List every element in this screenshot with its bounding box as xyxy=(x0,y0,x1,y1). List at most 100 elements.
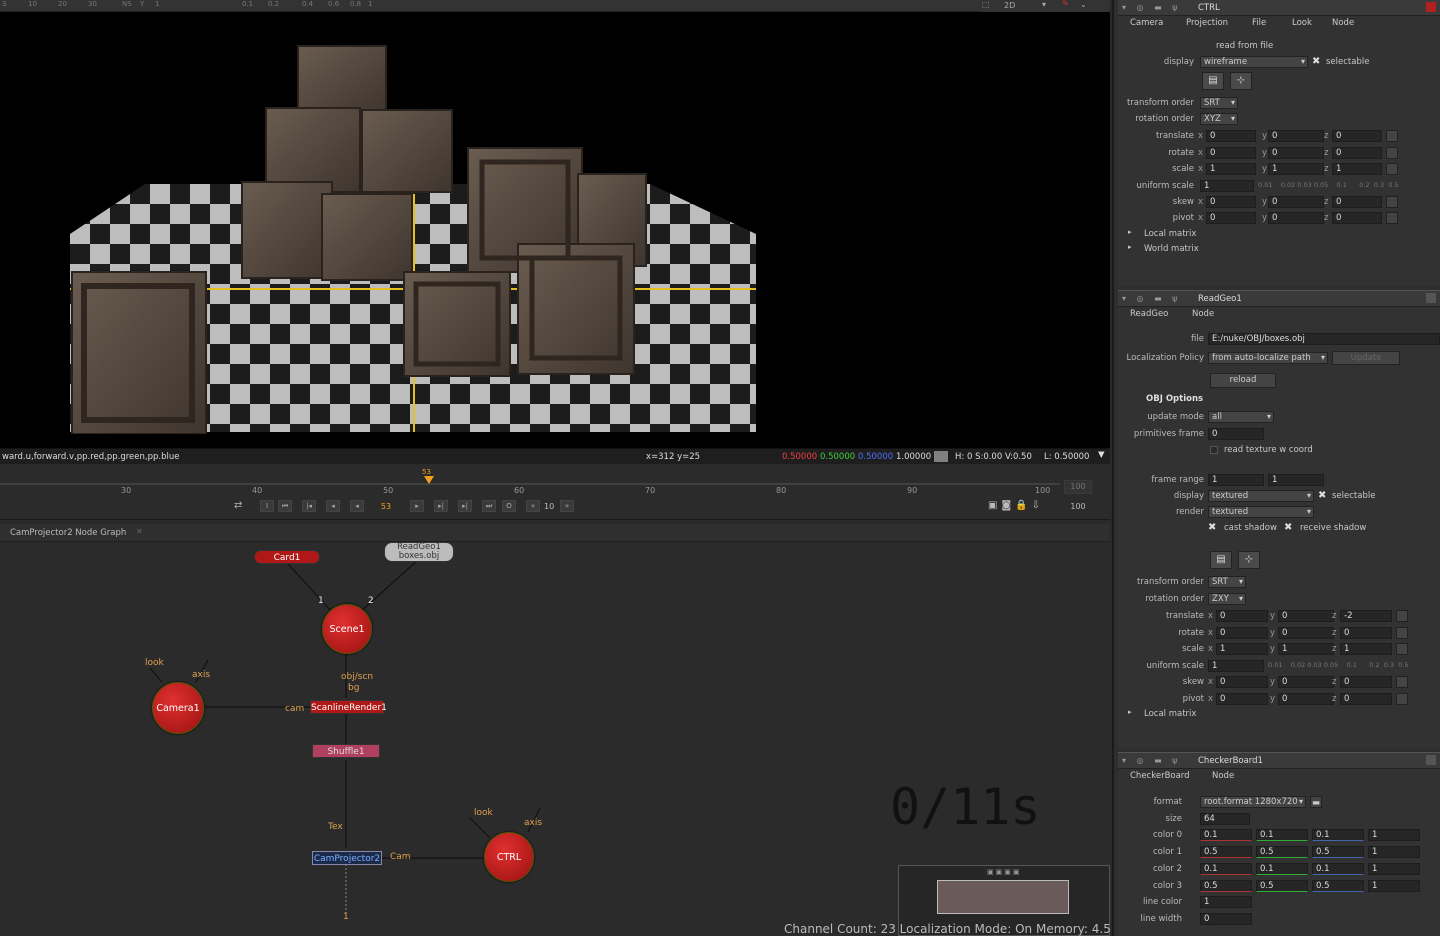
scale-x-field[interactable]: 1 xyxy=(1216,643,1268,655)
color-3-a-field[interactable]: 1 xyxy=(1368,880,1420,892)
local-matrix-label[interactable]: Local matrix xyxy=(1144,229,1196,239)
rotate-z-field[interactable]: 0 xyxy=(1332,147,1382,159)
scale-z-field[interactable]: 1 xyxy=(1332,163,1382,175)
node-scanlinerender1[interactable]: ScanlineRender1 xyxy=(310,700,387,714)
display-dropdown[interactable]: textured xyxy=(1208,490,1314,502)
pivot-y-field[interactable]: 0 xyxy=(1278,693,1334,705)
step-back-button[interactable]: ◂ xyxy=(350,500,364,512)
color-1-b-field[interactable]: 0.5 xyxy=(1312,846,1364,858)
cast-shadow-checkbox[interactable]: ✖ xyxy=(1208,522,1216,533)
file-icon[interactable]: ▤ xyxy=(1210,551,1232,569)
tab-file[interactable]: File xyxy=(1252,18,1266,28)
node-readgeo1[interactable]: ReadGeo1 boxes.obj xyxy=(384,542,454,562)
scale-y-field[interactable]: 1 xyxy=(1268,163,1324,175)
uniform-scale-field[interactable]: 1 xyxy=(1208,660,1264,672)
panel-ctrl-title[interactable]: CTRL xyxy=(1198,3,1220,13)
animation-icon[interactable] xyxy=(1396,643,1408,655)
chevron-down-icon[interactable]: ⌄ xyxy=(1080,0,1087,9)
color-2-g-field[interactable]: 0.1 xyxy=(1256,863,1308,875)
close-icon[interactable]: ✕ xyxy=(136,527,143,536)
skew-x-field[interactable]: 0 xyxy=(1216,676,1268,688)
play-forward-button[interactable]: ▸ xyxy=(410,500,424,512)
panel-checkerboard1-title[interactable]: CheckerBoard1 xyxy=(1198,756,1263,766)
tab-node-graph[interactable]: CamProjector2 Node Graph xyxy=(10,528,126,538)
selectable-checkbox[interactable]: ✖ xyxy=(1312,56,1320,67)
format-menu-button[interactable]: ▬ xyxy=(1310,796,1322,808)
primitives-frame-field[interactable]: 0 xyxy=(1208,428,1264,440)
world-matrix-label[interactable]: World matrix xyxy=(1144,244,1199,254)
scale-x-field[interactable]: 1 xyxy=(1206,163,1256,175)
rotate-y-field[interactable]: 0 xyxy=(1278,627,1334,639)
tab-checkerboard[interactable]: CheckerBoard xyxy=(1130,771,1190,781)
color-0-r-field[interactable]: 0.1 xyxy=(1200,829,1252,841)
step-field[interactable]: 10 xyxy=(544,502,554,511)
tab-camera[interactable]: Camera xyxy=(1130,18,1163,28)
pen-icon[interactable]: ✎ xyxy=(1062,0,1069,8)
animation-icon[interactable] xyxy=(1396,676,1408,688)
row-world-matrix[interactable]: ▸ World matrix xyxy=(1118,242,1440,256)
translate-z-field[interactable]: 0 xyxy=(1332,130,1382,142)
node-camprojector2[interactable]: CamProjector2 xyxy=(312,851,382,865)
step-forward-button[interactable]: ▸| xyxy=(434,500,448,512)
animation-icon[interactable] xyxy=(1386,212,1398,224)
color-2-b-field[interactable]: 0.1 xyxy=(1312,863,1364,875)
frame-icon[interactable]: ⬚ xyxy=(982,0,990,9)
prev-keyframe-button[interactable]: |◂ xyxy=(302,500,316,512)
timeline[interactable]: 30 40 50 60 70 80 90 100 53 100 ⇄ I ⏮ |◂… xyxy=(0,464,1110,520)
frame-range-start-field[interactable]: 1 xyxy=(1208,474,1264,486)
skip-forward-button[interactable]: » xyxy=(560,500,574,512)
expand-arrow-icon[interactable]: ▸ xyxy=(1128,228,1132,236)
rotate-x-field[interactable]: 0 xyxy=(1216,627,1268,639)
translate-y-field[interactable]: 0 xyxy=(1268,130,1324,142)
viewer[interactable]: 3 10 20 30 NS Y 1 0.1 0.2 0.4 0.6 0.8 1 … xyxy=(0,0,1110,448)
file-icon[interactable]: ▤ xyxy=(1202,72,1224,90)
animation-icon[interactable] xyxy=(1386,147,1398,159)
localization-policy-dropdown[interactable]: from auto-localize path xyxy=(1208,352,1328,364)
color-0-b-field[interactable]: 0.1 xyxy=(1312,829,1364,841)
tab-readgeo[interactable]: ReadGeo xyxy=(1130,309,1168,319)
format-dropdown[interactable]: root.format 1280x720 xyxy=(1200,796,1306,808)
timeline-ruler[interactable] xyxy=(0,474,1060,488)
animation-icon[interactable] xyxy=(1386,196,1398,208)
axis-handle-icon[interactable]: ⊹ xyxy=(1238,551,1260,569)
panel-header-icons[interactable]: ▾ ◎ ▬ ψ xyxy=(1122,3,1181,12)
selectable-checkbox[interactable]: ✖ xyxy=(1318,490,1326,501)
panel-readgeo1-title[interactable]: ReadGeo1 xyxy=(1198,294,1242,304)
loop-icon[interactable]: ⇄ xyxy=(234,500,242,511)
node-scene1[interactable]: Scene1 xyxy=(322,604,372,654)
scale-z-field[interactable]: 1 xyxy=(1340,643,1392,655)
local-matrix-label[interactable]: Local matrix xyxy=(1144,709,1196,719)
translate-x-field[interactable]: 0 xyxy=(1216,610,1268,622)
receive-shadow-checkbox[interactable]: ✖ xyxy=(1284,522,1292,533)
line-width-field[interactable]: 0 xyxy=(1200,913,1252,925)
play-backward-button[interactable]: ◂ xyxy=(326,500,340,512)
minimap-viewport[interactable] xyxy=(937,880,1069,914)
in-point-button[interactable]: I xyxy=(260,500,274,512)
last-frame-button[interactable]: ⏭ xyxy=(482,500,496,512)
skew-y-field[interactable]: 0 xyxy=(1268,196,1324,208)
uniform-scale-slider[interactable]: 0.01 0.02 0.03 0.05 0.1 0.2 0.3 0.5 xyxy=(1268,661,1434,669)
color-2-a-field[interactable]: 1 xyxy=(1368,863,1420,875)
expand-arrow-icon[interactable]: ▸ xyxy=(1128,243,1132,251)
transform-order-dropdown[interactable]: SRT xyxy=(1200,97,1238,109)
scale-y-field[interactable]: 1 xyxy=(1278,643,1334,655)
float-panel-icon[interactable] xyxy=(1426,755,1436,765)
axis-handle-icon[interactable]: ⊹ xyxy=(1230,72,1252,90)
pivot-y-field[interactable]: 0 xyxy=(1268,212,1324,224)
animation-icon[interactable] xyxy=(1396,627,1408,639)
node-ctrl[interactable]: CTRL xyxy=(484,832,534,882)
playback-mode-icons[interactable]: ▣◙🔒⇩ xyxy=(988,500,1044,511)
skew-z-field[interactable]: 0 xyxy=(1332,196,1382,208)
end-frame-field[interactable]: 100 xyxy=(1064,502,1092,511)
tab-node[interactable]: Node xyxy=(1212,771,1234,781)
node-graph[interactable]: Card1 ReadGeo1 boxes.obj 1 2 Scene1 look… xyxy=(0,542,1110,936)
info-menu-icon[interactable]: ▼ xyxy=(1098,450,1105,460)
color-2-r-field[interactable]: 0.1 xyxy=(1200,863,1252,875)
dropdown-icon[interactable]: ▾ xyxy=(1042,0,1046,9)
update-button[interactable]: Update xyxy=(1332,351,1400,365)
panel-header-icons[interactable]: ▾ ◎ ▬ ψ xyxy=(1122,756,1181,765)
render-dropdown[interactable]: textured xyxy=(1208,506,1314,518)
panel-header-icons[interactable]: ▾ ◎ ▬ ψ xyxy=(1122,294,1181,303)
node-camera1[interactable]: Camera1 xyxy=(152,682,204,734)
skew-x-field[interactable]: 0 xyxy=(1206,196,1256,208)
